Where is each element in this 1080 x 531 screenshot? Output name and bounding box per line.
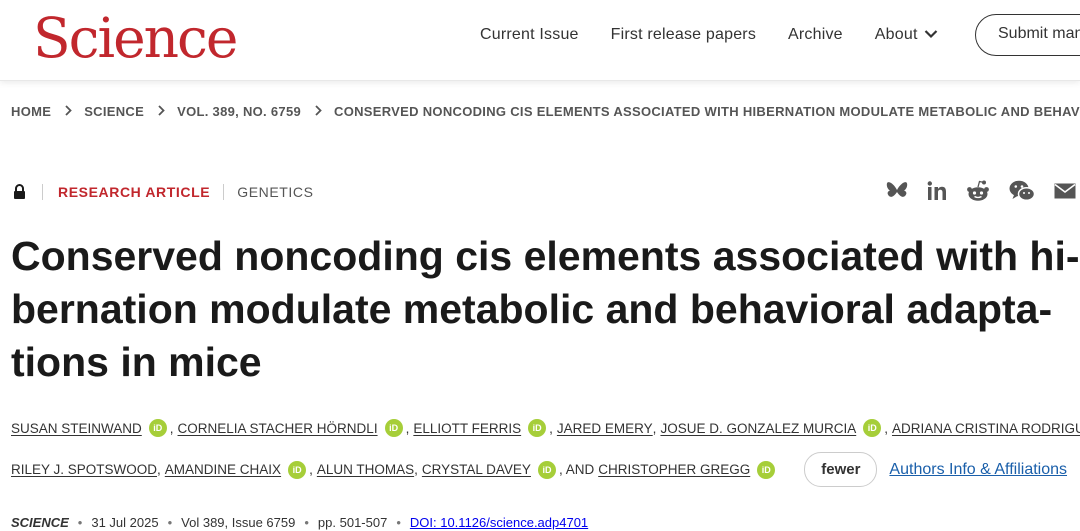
author-name[interactable]: JOSUE D. GONZALEZ MURCIA [660, 421, 856, 436]
citation-volume: Vol 389, Issue 6759 [181, 515, 296, 530]
site-header: Science Current Issue First release pape… [0, 0, 1080, 81]
divider [223, 184, 225, 200]
orcid-icon[interactable]: iD [288, 460, 307, 479]
author-name[interactable]: CORNELIA STACHER HÖRNDLI [178, 421, 378, 436]
breadcrumb-current: CONSERVED NONCODING CIS ELEMENTS ASSOCIA… [334, 104, 1080, 119]
nav-current-issue[interactable]: Current Issue [480, 24, 579, 46]
bluesky-icon[interactable] [886, 181, 908, 206]
author-separator: , [549, 420, 553, 436]
nav-archive[interactable]: Archive [788, 24, 843, 46]
orcid-icon[interactable]: iD [384, 419, 403, 437]
separator-dot: • [77, 515, 83, 530]
author-separator: , [884, 420, 888, 436]
author-list: RILEY J. SPOTSWOOD, AMANDINE CHAIX iD, ALUN… [11, 452, 1067, 487]
reddit-icon[interactable] [966, 180, 990, 207]
author-separator: , [652, 420, 657, 436]
author-separator: , [414, 462, 418, 477]
article-title-line: tions in mice [11, 339, 262, 385]
email-icon[interactable] [1054, 183, 1076, 204]
separator-dot: • [167, 515, 173, 530]
separator-dot: • [304, 515, 309, 530]
author-name[interactable]: JARED EMERY [557, 421, 653, 436]
orcid-icon[interactable]: iD [757, 460, 776, 479]
chevron-right-icon [158, 104, 165, 119]
citation: SCIENCE • 31 Jul 2025 • Vol 389, Issue 6… [11, 515, 588, 530]
citation-date: 31 Jul 2025 [91, 515, 159, 530]
author-list: SUSAN STEINWAND iD, CORNELIA STACHER HÖRND… [11, 419, 1080, 437]
wechat-icon[interactable] [1009, 180, 1036, 207]
author-separator: , [169, 420, 174, 436]
fewer-authors-button[interactable]: fewer [804, 452, 878, 487]
chevron-right-icon [315, 104, 322, 119]
nav-first-release-papers[interactable]: First release papers [611, 24, 756, 46]
author-names: RILEY J. SPOTSWOOD, AMANDINE CHAIX iD, ALUN… [11, 460, 778, 479]
authors-info-affiliations-link[interactable]: Authors Info & Affiliations [889, 461, 1067, 479]
author-separator: , AND [558, 462, 595, 477]
article-title: Conserved noncoding cis elements associa… [11, 230, 1080, 389]
article-section[interactable]: GENETICS [237, 184, 313, 200]
article-title-line: bernation modulate metabolic and behavio… [11, 286, 1053, 332]
main-nav: Current Issue First release papers Archi… [480, 24, 970, 46]
nav-about[interactable]: About [875, 24, 938, 46]
doi-link[interactable]: DOI: 10.1126/science.adp4701 [410, 515, 588, 530]
author-separator: , [405, 420, 410, 436]
submit-manuscript-button[interactable]: Submit manuscript [975, 14, 1080, 56]
science-logo[interactable]: Science [33, 6, 238, 70]
citation-journal: SCIENCE [11, 515, 69, 530]
author-name[interactable]: AMANDINE CHAIX [165, 462, 281, 477]
author-name[interactable]: CHRISTOPHER GREGG [598, 462, 750, 477]
author-name[interactable]: CRYSTAL DAVEY [422, 462, 531, 477]
nav-about-label: About [874, 26, 918, 43]
author-name[interactable]: ELLIOTT FERRIS [413, 421, 521, 436]
lock-icon [13, 184, 26, 205]
author-name[interactable]: ALUN THOMAS [317, 462, 414, 477]
breadcrumb-science[interactable]: SCIENCE [84, 104, 144, 119]
author-name[interactable]: SUSAN STEINWAND [11, 421, 142, 436]
separator-dot: • [396, 515, 401, 530]
author-separator: , [309, 462, 313, 477]
breadcrumb-home[interactable]: HOME [11, 104, 51, 119]
citation-pages: pp. 501-507 [317, 515, 388, 530]
breadcrumb: HOME SCIENCE VOL. 389, NO. 6759 CONSERVE… [11, 104, 1080, 119]
author-separator: , [157, 462, 161, 477]
article-meta: RESEARCH ARTICLE GENETICS [42, 184, 314, 200]
share-bar [886, 180, 1080, 207]
divider [42, 184, 43, 200]
orcid-icon[interactable]: iD [863, 419, 882, 437]
linkedin-icon[interactable] [927, 181, 947, 206]
author-name[interactable]: RILEY J. SPOTSWOOD [11, 462, 157, 477]
article-title-line: Conserved noncoding cis elements associa… [11, 233, 1080, 279]
breadcrumb-volume[interactable]: VOL. 389, NO. 6759 [177, 104, 301, 119]
chevron-down-icon [924, 24, 938, 46]
chevron-right-icon [65, 104, 72, 119]
orcid-icon[interactable]: iD [528, 419, 547, 437]
orcid-icon[interactable]: iD [537, 460, 556, 479]
author-name[interactable]: ADRIANA CRISTINA RODRIGUEZ [892, 421, 1080, 436]
orcid-icon[interactable]: iD [148, 419, 167, 437]
article-type[interactable]: RESEARCH ARTICLE [58, 184, 210, 200]
